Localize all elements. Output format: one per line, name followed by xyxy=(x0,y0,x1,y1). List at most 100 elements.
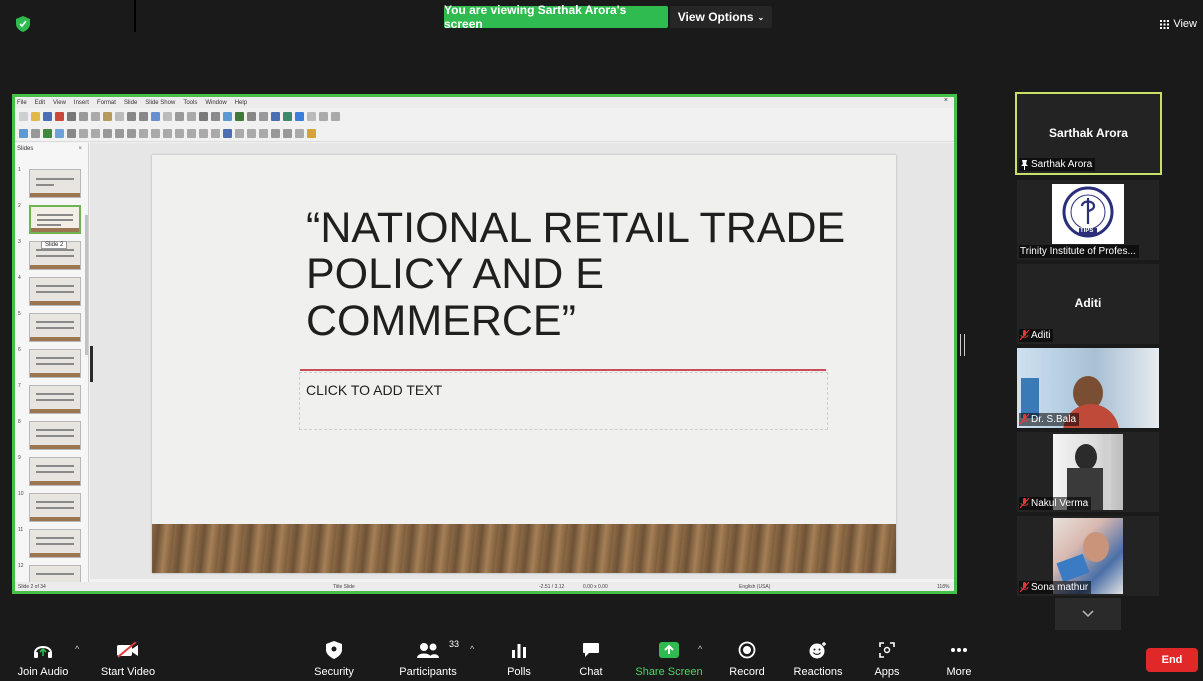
filter-icon[interactable] xyxy=(295,128,304,138)
fontwork-icon[interactable] xyxy=(271,112,280,121)
image-icon[interactable] xyxy=(223,112,232,121)
slide-thumbnail[interactable] xyxy=(29,385,81,414)
menu-slide-show[interactable]: Slide Show xyxy=(145,100,175,106)
reactions-button[interactable]: Reactions xyxy=(788,634,848,681)
callouts-icon[interactable] xyxy=(187,128,196,138)
polls-button[interactable]: Polls xyxy=(494,634,544,681)
block-arrows-icon[interactable] xyxy=(163,128,172,138)
slide-thumbnail[interactable] xyxy=(29,421,81,450)
encryption-shield-icon[interactable] xyxy=(16,16,30,32)
slide-thumbnail[interactable] xyxy=(29,529,81,558)
fill-color-icon[interactable] xyxy=(55,128,64,138)
toggle-extrusion-icon[interactable] xyxy=(259,128,268,138)
rotate-icon[interactable] xyxy=(223,128,232,138)
chat-button[interactable]: Chat xyxy=(566,634,616,681)
transform-icon[interactable] xyxy=(307,112,316,121)
save-icon[interactable] xyxy=(43,112,52,121)
redo-icon[interactable] xyxy=(139,112,148,121)
participant-tile[interactable]: Sona mathur xyxy=(1017,516,1159,596)
curve-tool-icon[interactable] xyxy=(115,128,124,138)
menu-insert[interactable]: Insert xyxy=(74,100,89,106)
special-character-icon[interactable] xyxy=(259,112,268,121)
slide-canvas[interactable]: “NATIONAL RETAIL TRADE POLICY AND E COMM… xyxy=(90,143,954,579)
master-slide-icon[interactable] xyxy=(187,112,196,121)
undo-icon[interactable] xyxy=(127,112,136,121)
stars-icon[interactable] xyxy=(199,128,208,138)
cut-icon[interactable] xyxy=(79,112,88,121)
new-icon[interactable] xyxy=(19,112,28,121)
participant-tile[interactable]: Nakul Verma xyxy=(1017,432,1159,512)
chart-icon[interactable] xyxy=(235,112,244,121)
panel-drag-handle[interactable] xyxy=(90,346,93,382)
caret-up-icon[interactable]: ^ xyxy=(470,644,474,654)
select-tool-icon[interactable] xyxy=(19,128,28,138)
caret-up-icon[interactable]: ^ xyxy=(698,644,702,654)
status-language[interactable]: English (USA) xyxy=(739,584,770,590)
basic-shapes-icon[interactable] xyxy=(139,128,148,138)
slides-pane-scrollbar[interactable] xyxy=(85,215,88,355)
slide-thumbnail[interactable] xyxy=(29,277,81,306)
line-tool-icon[interactable] xyxy=(67,128,76,138)
participant-tile[interactable]: Dr. S.Bala xyxy=(1017,348,1159,428)
open-icon[interactable] xyxy=(31,112,40,121)
table-icon[interactable] xyxy=(211,112,220,121)
3d-objects-icon[interactable] xyxy=(211,128,220,138)
current-slide[interactable]: “NATIONAL RETAIL TRADE POLICY AND E COMM… xyxy=(152,155,896,573)
participant-tile[interactable]: TIPS Trinity Institute of Profes... xyxy=(1017,180,1159,260)
menu-window[interactable]: Window xyxy=(205,100,226,106)
spellcheck-icon[interactable] xyxy=(151,112,160,121)
caret-up-icon[interactable]: ^ xyxy=(75,644,79,654)
close-document-icon[interactable]: × xyxy=(944,97,948,104)
menu-file[interactable]: File xyxy=(17,100,27,106)
menu-format[interactable]: Format xyxy=(97,100,116,106)
menu-edit[interactable]: Edit xyxy=(35,100,45,106)
slide-thumbnail[interactable] xyxy=(29,169,81,198)
slide-thumbnail[interactable] xyxy=(29,457,81,486)
slide-thumbnail-selected[interactable] xyxy=(29,205,81,234)
paste-icon[interactable] xyxy=(103,112,112,121)
record-button[interactable]: Record xyxy=(722,634,772,681)
start-show-icon[interactable] xyxy=(199,112,208,121)
zoom-tool-icon[interactable] xyxy=(31,128,40,138)
start-video-button[interactable]: Start Video xyxy=(96,634,160,681)
color-picker-icon[interactable] xyxy=(307,128,316,138)
view-toggle-button[interactable]: View xyxy=(1160,18,1197,30)
end-meeting-button[interactable]: End xyxy=(1146,648,1198,672)
symbol-shapes-icon[interactable] xyxy=(151,128,160,138)
view-options-button[interactable]: View Options ⌄ xyxy=(670,6,772,28)
sidebar-toggle-icon[interactable] xyxy=(295,112,304,121)
copy-icon[interactable] xyxy=(91,112,100,121)
print-icon[interactable] xyxy=(67,112,76,121)
close-pane-icon[interactable]: × xyxy=(78,146,82,152)
line-color-icon[interactable] xyxy=(43,128,52,138)
flowchart-icon[interactable] xyxy=(175,128,184,138)
join-audio-button[interactable]: Join Audio xyxy=(6,634,80,681)
glue-points-icon[interactable] xyxy=(247,128,256,138)
align-icon[interactable] xyxy=(319,112,328,121)
menu-slide[interactable]: Slide xyxy=(124,100,137,106)
apps-button[interactable]: Apps xyxy=(862,634,912,681)
grid-toggle-icon[interactable] xyxy=(163,112,172,121)
export-pdf-icon[interactable] xyxy=(55,112,64,121)
arrow-tool-icon[interactable] xyxy=(103,128,112,138)
points-icon[interactable] xyxy=(235,128,244,138)
clone-icon[interactable] xyxy=(115,112,124,121)
slide-thumbnail[interactable] xyxy=(29,349,81,378)
participant-tile[interactable]: Aditi Aditi xyxy=(1017,264,1159,344)
menu-view[interactable]: View xyxy=(53,100,66,106)
subtitle-placeholder[interactable]: CLICK TO ADD TEXT xyxy=(299,372,828,430)
slide-title[interactable]: “NATIONAL RETAIL TRADE POLICY AND E COMM… xyxy=(306,205,866,344)
textbox-icon[interactable] xyxy=(247,112,256,121)
participant-tile-active[interactable]: Sarthak Arora Sarthak Arora xyxy=(1015,92,1162,175)
arrange-icon[interactable] xyxy=(331,112,340,121)
status-zoom[interactable]: 118% xyxy=(937,584,949,590)
menu-tools[interactable]: Tools xyxy=(183,100,197,106)
display-view-icon[interactable] xyxy=(175,112,184,121)
security-button[interactable]: Security xyxy=(304,634,364,681)
slide-thumbnail[interactable] xyxy=(29,313,81,342)
gallery-scroll-down-button[interactable] xyxy=(1055,598,1121,630)
hyperlink-icon[interactable] xyxy=(283,112,292,121)
gallery-splitter[interactable] xyxy=(960,334,965,356)
menu-help[interactable]: Help xyxy=(235,100,247,106)
rectangle-tool-icon[interactable] xyxy=(79,128,88,138)
